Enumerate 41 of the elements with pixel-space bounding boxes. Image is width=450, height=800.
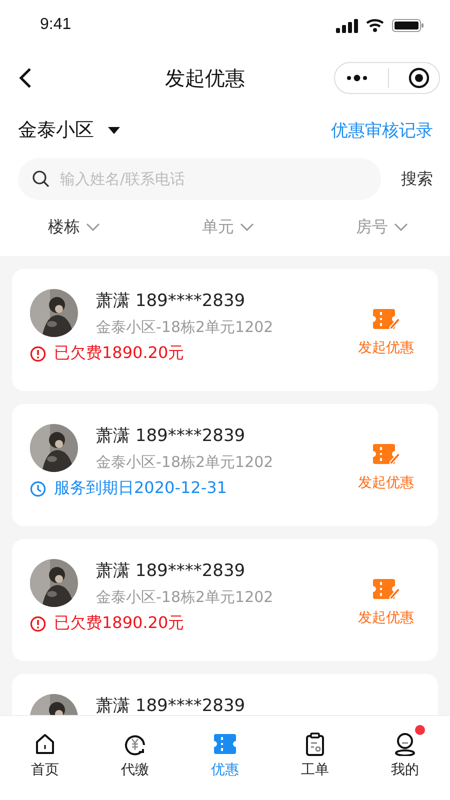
user-icon (393, 732, 417, 756)
search-button[interactable]: 搜索 (401, 168, 433, 190)
status-text: 服务到期日2020-12-31 (54, 478, 227, 499)
resident-address: 金泰小区-18栋2单元1202 (96, 453, 274, 472)
clipboard-icon (303, 732, 327, 756)
wifi-icon (366, 18, 384, 32)
signal-icon (336, 18, 358, 32)
status-time: 9:41 (40, 16, 72, 34)
chevron-down-icon (86, 223, 100, 231)
ticket-edit-icon (372, 307, 400, 331)
battery-icon (392, 18, 424, 32)
resident-name-phone: 萧潇 189****2839 (96, 425, 246, 447)
dropdown-icon[interactable] (108, 126, 120, 134)
community-name[interactable]: 金泰小区 (18, 117, 94, 143)
filter-dropdown[interactable]: 楼栋 (48, 216, 100, 238)
more-icon[interactable] (344, 74, 368, 82)
resident-name-phone: 萧潇 189****2839 (96, 560, 246, 582)
alert-icon (30, 616, 46, 632)
ticket-edit-icon (372, 577, 400, 601)
resident-name-phone: 萧潇 189****2839 (96, 290, 246, 312)
chevron-down-icon (394, 223, 408, 231)
chevron-down-icon (240, 223, 254, 231)
status-text: 已欠费1890.20元 (54, 613, 184, 634)
resident-name-phone: 萧潇 189****2839 (96, 695, 246, 715)
tab-item[interactable]: 代缴 (90, 716, 180, 800)
clock-icon (30, 480, 46, 496)
back-icon[interactable] (18, 67, 32, 89)
ticket-edit-icon (372, 442, 400, 466)
page-title: 发起优惠 (165, 64, 245, 92)
resident-address: 金泰小区-18栋2单元1202 (96, 318, 274, 337)
alert-icon (30, 346, 46, 362)
home-icon (33, 732, 57, 756)
close-mini-program-icon[interactable] (408, 67, 430, 89)
search-field[interactable]: 输入姓名/联系电话 (18, 158, 381, 200)
tab-item[interactable]: 首页 (0, 716, 90, 800)
ticket-icon (213, 732, 237, 756)
resident-address: 金泰小区-18栋2单元1202 (96, 588, 274, 607)
yuan-icon (123, 732, 147, 756)
tab-item[interactable]: 我的 (360, 716, 450, 800)
tab-item[interactable]: 工单 (270, 716, 360, 800)
status-text: 已欠费1890.20元 (54, 343, 184, 364)
